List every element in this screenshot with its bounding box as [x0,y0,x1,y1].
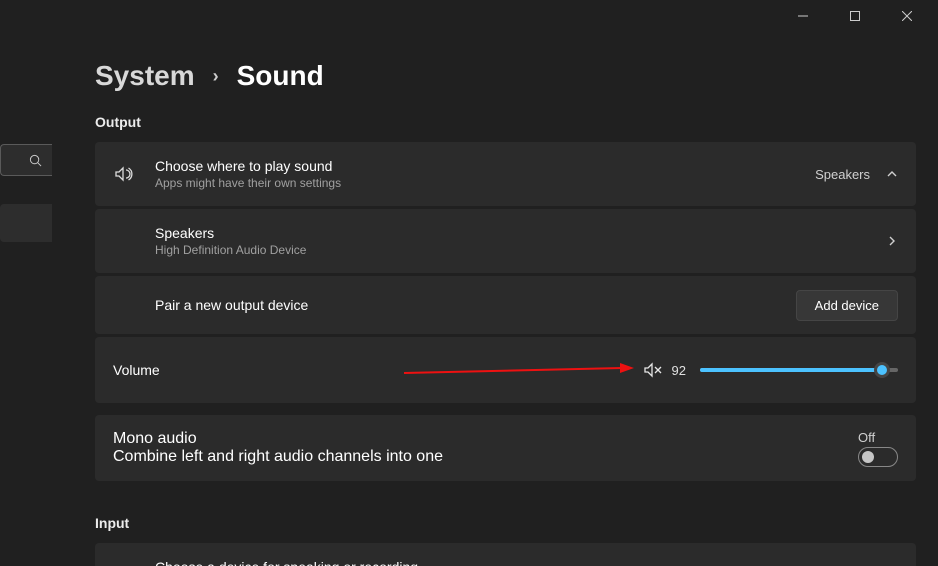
output-device-row[interactable]: Speakers High Definition Audio Device [95,209,916,273]
window-controls [780,0,938,32]
breadcrumb: System › Sound [95,60,916,92]
minimize-icon [798,11,808,21]
output-choose-subtitle: Apps might have their own settings [155,176,815,190]
output-device-name: Speakers [155,225,886,241]
output-selected-device: Speakers [815,167,870,182]
mute-button[interactable] [642,360,662,380]
add-device-button[interactable]: Add device [796,290,898,321]
pair-device-row: Pair a new output device Add device [95,276,916,334]
breadcrumb-parent[interactable]: System [95,60,195,92]
pair-device-label: Pair a new output device [155,297,796,313]
main-content: System › Sound Output Choose where to pl… [95,60,916,566]
volume-card: Volume 92 [95,337,916,403]
input-section-header: Input [95,515,916,531]
annotation-arrow [404,363,634,377]
chevron-right-icon [886,235,898,247]
volume-label: Volume [113,362,160,378]
maximize-icon [850,11,860,21]
mono-toggle-state: Off [858,430,875,445]
input-choose-card[interactable]: Choose a device for speaking or recordin… [95,543,916,566]
speaker-icon [113,164,155,184]
minimize-button[interactable] [780,0,826,32]
mono-audio-card[interactable]: Mono audio Combine left and right audio … [95,415,916,481]
input-choose-title: Choose a device for speaking or recordin… [155,559,802,566]
output-choose-card[interactable]: Choose where to play sound Apps might ha… [95,142,916,206]
page-title: Sound [237,60,324,92]
mono-audio-subtitle: Combine left and right audio channels in… [113,448,858,466]
volume-mute-icon [642,360,662,380]
slider-fill [700,368,882,372]
mono-audio-title: Mono audio [113,430,858,448]
sidebar-fragment [0,144,52,242]
chevron-right-icon: › [213,66,219,87]
volume-value: 92 [672,363,686,378]
search-input[interactable] [0,144,52,176]
output-device-desc: High Definition Audio Device [155,243,886,257]
chevron-up-icon [886,168,898,180]
search-icon [29,154,42,167]
close-icon [902,11,912,21]
output-choose-title: Choose where to play sound [155,158,815,174]
close-button[interactable] [884,0,930,32]
toggle-knob [862,451,874,463]
maximize-button[interactable] [832,0,878,32]
mono-toggle[interactable] [858,447,898,467]
output-section-header: Output [95,114,916,130]
sidebar-item[interactable] [0,204,52,242]
volume-slider[interactable] [700,368,898,372]
slider-thumb[interactable] [874,362,890,378]
